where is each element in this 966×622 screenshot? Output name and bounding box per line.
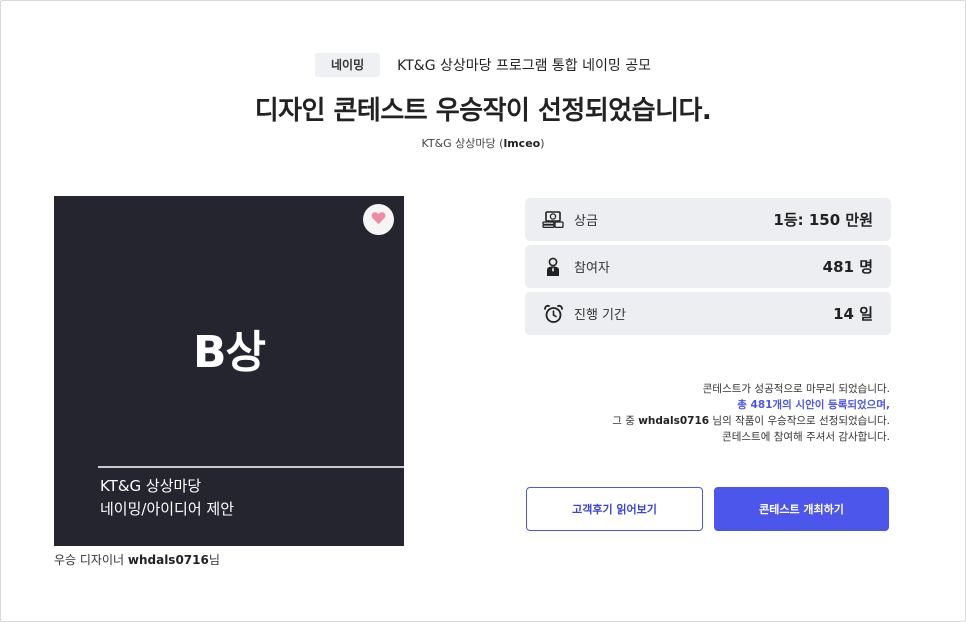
alarm-clock-icon	[542, 303, 564, 325]
host-contest-button[interactable]: 콘테스트 개최하기	[714, 487, 889, 531]
prize-money-icon	[542, 209, 564, 231]
heart-icon	[371, 210, 386, 229]
client-id: lmceo	[503, 137, 541, 150]
winner-caption: 우승 디자이너 whdals0716님	[54, 551, 220, 568]
stat-value: 14 일	[833, 305, 873, 323]
contest-header: 네이밍 KT&G 상상마당 프로그램 통합 네이밍 공모	[0, 53, 966, 77]
like-button[interactable]	[363, 204, 394, 235]
stat-value: 481 명	[822, 258, 873, 276]
contest-name: KT&G 상상마당 프로그램 통합 네이밍 공모	[397, 58, 651, 74]
stat-label: 진행 기간	[574, 308, 626, 323]
artwork-divider	[98, 466, 404, 468]
artwork-line-1: KT&G 상상마당	[100, 477, 202, 495]
stat-value: 1등: 150 만원	[773, 211, 873, 229]
stat-label: 참여자	[574, 261, 610, 276]
message-line-3: 그 중 whdals0716 님의 작품이 우승작으로 선정되었습니다.	[612, 413, 890, 429]
message-line-1: 콘테스트가 성공적으로 마무리 되었습니다.	[702, 383, 890, 395]
winning-artwork[interactable]: B상 KT&G 상상마당 네이밍/아이디어 제안	[54, 196, 404, 546]
category-badge[interactable]: 네이밍	[315, 53, 381, 77]
message-line-3-prefix: 그 중	[612, 415, 639, 427]
winner-prefix: 우승 디자이너	[54, 553, 128, 567]
read-reviews-button[interactable]: 고객후기 읽어보기	[526, 487, 703, 531]
message-line-4: 콘테스트에 참여해 주셔서 감사합니다.	[722, 431, 890, 443]
message-line-3-suffix: 님의 작품이 우승작으로 선정되었습니다.	[709, 415, 890, 427]
stat-label: 상금	[574, 214, 598, 229]
client-suffix: )	[540, 137, 545, 150]
client-prefix: KT&G 상상마당 (	[421, 137, 504, 150]
winner-suffix: 님	[208, 553, 220, 567]
artwork-big-text: B상	[192, 327, 266, 378]
stat-prize: 상금 1등: 150 만원	[525, 198, 891, 241]
message-line-2: 총 481개의 시안이 등록되었으며,	[737, 399, 890, 411]
client-info: KT&G 상상마당 (lmceo)	[0, 135, 966, 151]
winner-name: whdals0716	[127, 553, 209, 567]
stat-duration: 진행 기간 14 일	[525, 292, 891, 335]
stat-participants: 참여자 481 명	[525, 245, 891, 288]
message-winner-name: whdals0716	[638, 415, 710, 427]
artwork-line-2: 네이밍/아이디어 제안	[100, 500, 235, 518]
participant-icon	[542, 256, 564, 278]
page-title: 디자인 콘테스트 우승작이 선정되었습니다.	[254, 96, 712, 126]
completion-message: 콘테스트가 성공적으로 마무리 되었습니다. 총 481개의 시안이 등록되었으…	[612, 381, 890, 445]
